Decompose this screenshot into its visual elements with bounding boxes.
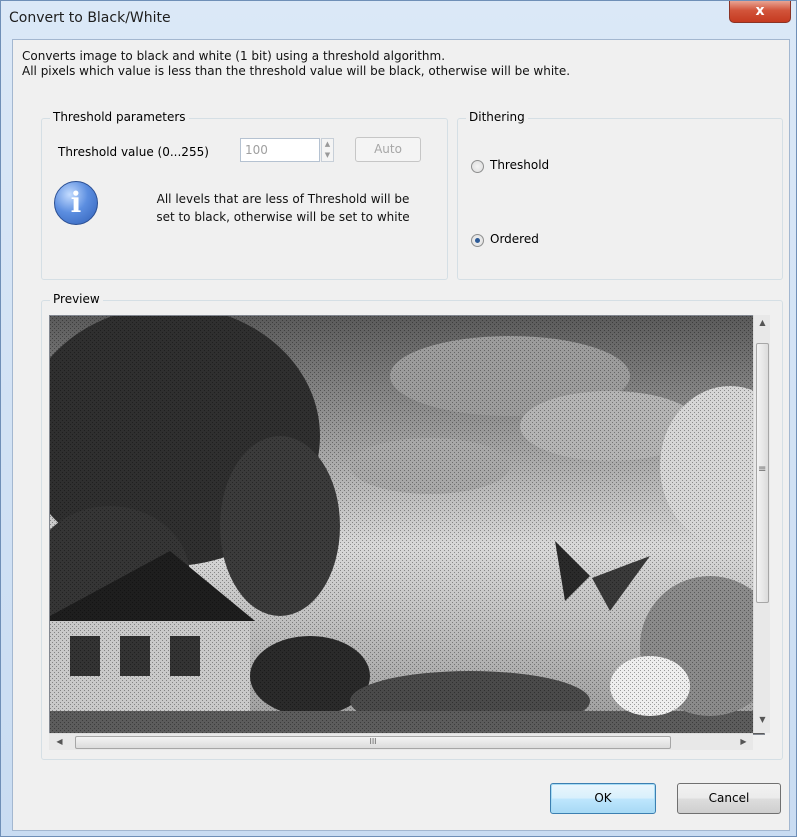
scroll-up-icon[interactable]: ▲: [754, 318, 771, 327]
radio-threshold[interactable]: [471, 160, 484, 173]
dithering-group-label: Dithering: [466, 110, 528, 124]
preview-group-label: Preview: [50, 292, 103, 306]
dithering-group: Dithering: [457, 110, 783, 280]
preview-image: [49, 315, 765, 735]
preview-horizontal-scrollbar[interactable]: ◀ III ▶: [49, 733, 753, 750]
threshold-value-label: Threshold value (0...255): [58, 145, 209, 159]
dialog-window: Convert to Black/White x Converts image …: [0, 0, 797, 837]
dialog-title: Convert to Black/White: [9, 10, 171, 26]
scroll-left-icon[interactable]: ◀: [51, 737, 68, 746]
description: Converts image to black and white (1 bit…: [22, 49, 570, 79]
vertical-scroll-thumb[interactable]: ≡: [756, 343, 769, 603]
spin-down-icon[interactable]: ▼: [322, 150, 333, 161]
dialog-body: Converts image to black and white (1 bit…: [12, 39, 790, 831]
radio-ordered-label[interactable]: Ordered: [490, 232, 539, 246]
scroll-right-icon[interactable]: ▶: [735, 737, 752, 746]
threshold-value-input[interactable]: 100: [240, 138, 320, 162]
description-line-2: All pixels which value is less than the …: [22, 64, 571, 78]
threshold-spinner[interactable]: ▲ ▼: [321, 138, 334, 162]
vertical-grip-icon: ≡: [758, 464, 767, 475]
info-line-1: All levels that are less of Threshold wi…: [156, 192, 410, 206]
cancel-button[interactable]: Cancel: [677, 783, 781, 814]
ok-button[interactable]: OK: [550, 783, 656, 814]
horizontal-scroll-thumb[interactable]: III: [75, 736, 671, 749]
scroll-down-icon[interactable]: ▼: [754, 715, 771, 724]
spin-up-icon[interactable]: ▲: [322, 139, 333, 150]
radio-threshold-label[interactable]: Threshold: [490, 158, 549, 172]
auto-button[interactable]: Auto: [355, 137, 421, 162]
info-icon: i: [54, 181, 98, 225]
title-bar[interactable]: Convert to Black/White x: [1, 1, 796, 37]
close-button[interactable]: x: [729, 1, 791, 23]
info-line-2: set to black, otherwise will be set to w…: [156, 210, 410, 224]
threshold-group-label: Threshold parameters: [50, 110, 189, 124]
radio-ordered[interactable]: [471, 234, 484, 247]
description-line-1: Converts image to black and white (1 bit…: [22, 49, 446, 63]
preview-vertical-scrollbar[interactable]: ▲ ≡ ▼: [753, 315, 770, 733]
threshold-info-text: All levels that are less of Threshold wi…: [118, 190, 448, 226]
